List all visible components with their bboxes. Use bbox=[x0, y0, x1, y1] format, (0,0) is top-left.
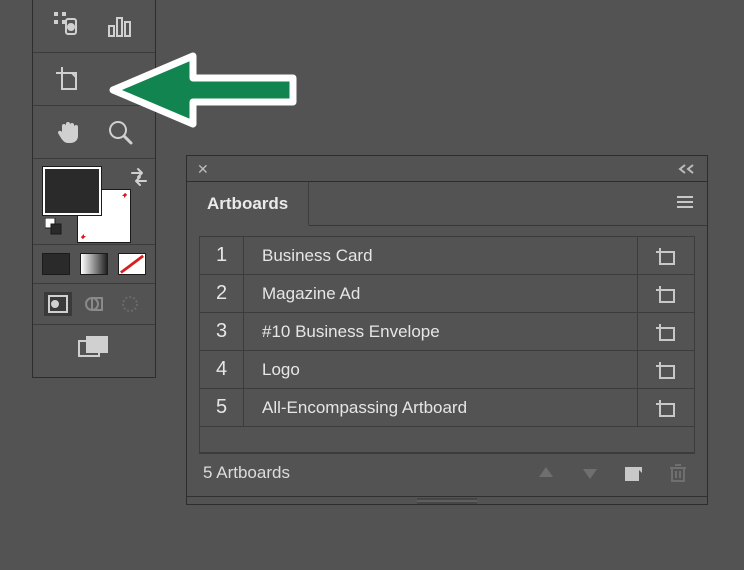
screen-mode-row bbox=[33, 325, 155, 377]
tab-artboards[interactable]: Artboards bbox=[187, 182, 309, 226]
artboard-options-icon[interactable] bbox=[638, 313, 694, 350]
tool-row bbox=[33, 106, 155, 159]
list-number: 3 bbox=[200, 313, 244, 350]
collapse-icon[interactable] bbox=[677, 162, 697, 179]
move-down-button[interactable] bbox=[573, 460, 607, 486]
list-item[interactable]: 3 #10 Business Envelope bbox=[200, 313, 694, 351]
color-gradient-button[interactable] bbox=[80, 253, 108, 275]
panel-tabbar: Artboards bbox=[187, 182, 707, 226]
list-name: Magazine Ad bbox=[244, 275, 638, 312]
list-item[interactable]: 2 Magazine Ad bbox=[200, 275, 694, 313]
artboard-options-icon[interactable] bbox=[638, 237, 694, 274]
color-solid-button[interactable] bbox=[42, 253, 70, 275]
list-name: Business Card bbox=[244, 237, 638, 274]
tab-label: Artboards bbox=[207, 194, 288, 214]
artboard-tool[interactable] bbox=[48, 59, 88, 99]
close-icon[interactable]: ✕ bbox=[197, 162, 209, 176]
list-name: #10 Business Envelope bbox=[244, 313, 638, 350]
panel-titlebar: ✕ bbox=[187, 156, 707, 182]
hand-tool[interactable] bbox=[48, 112, 88, 152]
list-name: All-Encompassing Artboard bbox=[244, 389, 638, 426]
tools-panel bbox=[32, 0, 156, 378]
resize-grip[interactable] bbox=[187, 496, 707, 504]
new-artboard-button[interactable] bbox=[617, 460, 651, 486]
default-fill-stroke-icon[interactable] bbox=[45, 218, 63, 240]
draw-mode-row bbox=[33, 284, 155, 325]
delete-artboard-button[interactable] bbox=[661, 460, 695, 486]
list-empty-space bbox=[200, 427, 694, 453]
draw-behind-button[interactable] bbox=[80, 292, 108, 316]
artboard-options-icon[interactable] bbox=[638, 275, 694, 312]
color-none-button[interactable] bbox=[118, 253, 146, 275]
draw-normal-button[interactable] bbox=[44, 292, 72, 316]
column-graph-tool[interactable] bbox=[100, 6, 140, 46]
list-item[interactable]: 4 Logo bbox=[200, 351, 694, 389]
artboard-count-label: 5 Artboards bbox=[203, 463, 519, 483]
artboard-options-icon[interactable] bbox=[638, 351, 694, 388]
tool-row bbox=[33, 53, 155, 106]
move-up-button[interactable] bbox=[529, 460, 563, 486]
fill-swatch[interactable] bbox=[43, 167, 101, 215]
draw-inside-button[interactable] bbox=[116, 292, 144, 316]
artboard-options-icon[interactable] bbox=[638, 389, 694, 426]
panel-footer: 5 Artboards bbox=[187, 454, 707, 496]
list-item[interactable]: 1 Business Card bbox=[200, 237, 694, 275]
artboard-list: 1 Business Card 2 Magazine Ad 3 #10 Busi… bbox=[199, 236, 695, 454]
list-number: 5 bbox=[200, 389, 244, 426]
swap-fill-stroke-icon[interactable] bbox=[129, 167, 149, 191]
artboards-panel: ✕ Artboards 1 Business Card bbox=[186, 155, 708, 505]
color-mode-row bbox=[33, 245, 155, 284]
list-number: 2 bbox=[200, 275, 244, 312]
panel-menu-icon[interactable] bbox=[675, 195, 695, 213]
list-number: 4 bbox=[200, 351, 244, 388]
list-item[interactable]: 5 All-Encompassing Artboard bbox=[200, 389, 694, 427]
zoom-tool[interactable] bbox=[100, 112, 140, 152]
list-number: 1 bbox=[200, 237, 244, 274]
tool-row bbox=[33, 0, 155, 53]
fill-stroke-swatches bbox=[33, 159, 155, 245]
screen-mode-button[interactable] bbox=[77, 335, 111, 363]
symbol-sprayer-tool[interactable] bbox=[48, 6, 88, 46]
list-name: Logo bbox=[244, 351, 638, 388]
